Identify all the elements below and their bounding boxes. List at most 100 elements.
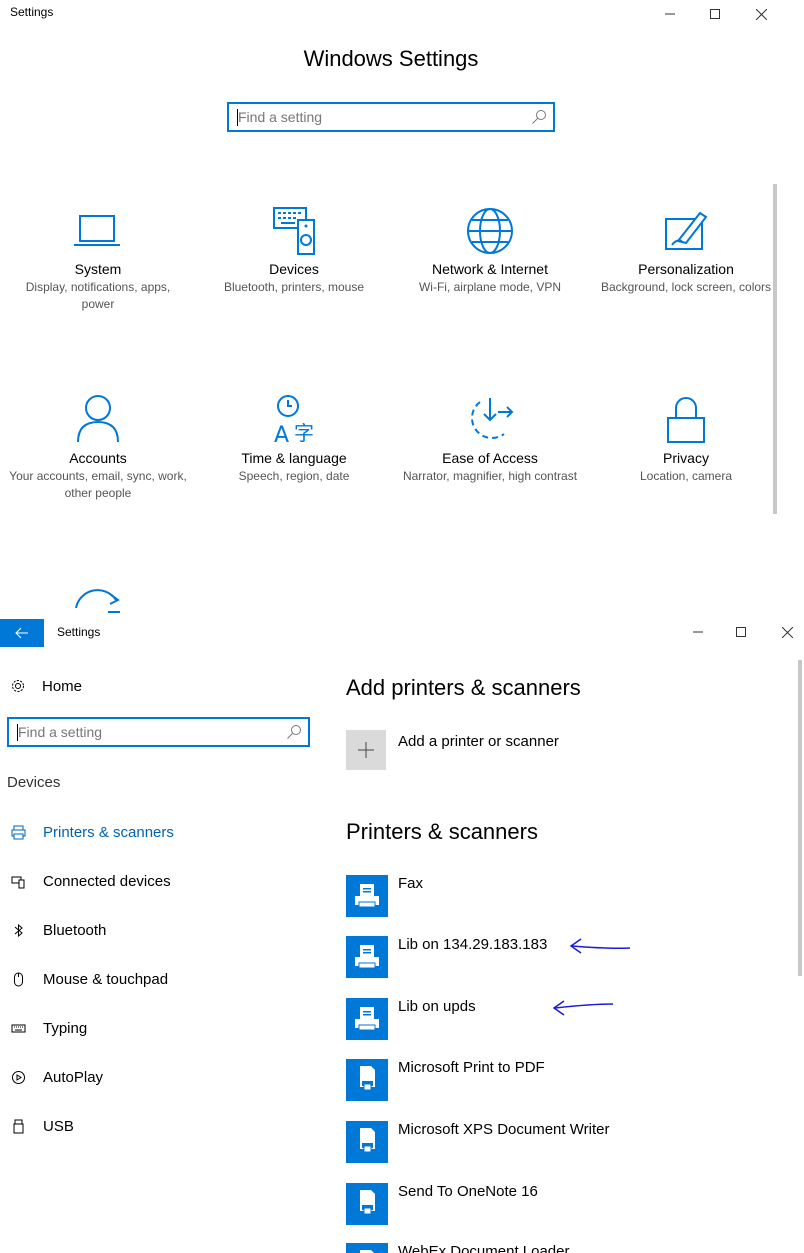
search-input[interactable]: Find a setting	[227, 102, 555, 132]
tile-description: Bluetooth, printers, mouse	[223, 280, 365, 294]
tile-description: Location, camera	[639, 469, 733, 483]
tile-personalization[interactable]: Personalization Background, lock screen,…	[588, 205, 784, 296]
document-printer-icon	[360, 1128, 375, 1153]
add-printers-heading: Add printers & scanners	[346, 675, 581, 700]
time-language-icon: A 字	[274, 395, 314, 446]
tile-accounts[interactable]: Accounts Your accounts, email, sync, wor…	[0, 394, 196, 502]
printer-name: Send To OneNote 16	[398, 1183, 538, 1200]
search-input[interactable]: Find a setting	[7, 717, 310, 747]
search-icon[interactable]	[531, 109, 547, 125]
tile-description: Speech, region, date	[238, 469, 350, 483]
add-printer-button[interactable]	[346, 730, 386, 770]
document-printer-icon	[360, 1250, 374, 1253]
tile-devices[interactable]: Devices Bluetooth, printers, mouse	[196, 205, 392, 296]
scrollbar-thumb[interactable]	[773, 184, 777, 514]
printer-name: Lib on upds	[398, 998, 476, 1015]
nav-home-label: Home	[42, 677, 83, 695]
connected-devices-icon	[11, 876, 25, 888]
close-button[interactable]	[738, 0, 784, 28]
personalization-icon	[665, 211, 708, 250]
window-title: Settings	[10, 5, 54, 19]
update-security-icon[interactable]	[68, 582, 128, 614]
sidebar-item-label: Typing	[43, 1019, 88, 1037]
tile-name: Personalization	[638, 261, 734, 277]
svg-text:字: 字	[294, 421, 314, 445]
tile-description: Your accounts, email, sync, work, other …	[9, 469, 187, 500]
printers-scanners-heading: Printers & scanners	[346, 819, 538, 844]
back-button[interactable]	[0, 619, 44, 647]
scrollbar[interactable]	[772, 174, 778, 614]
sidebar-item-autoplay[interactable]: AutoPlay	[11, 1066, 103, 1088]
tile-privacy[interactable]: Privacy Location, camera	[588, 394, 784, 485]
lock-icon	[667, 397, 705, 443]
minimize-icon	[693, 631, 703, 633]
tile-time-language[interactable]: A 字 Time & language Speech, region, date	[196, 394, 392, 485]
sidebar-item-label: AutoPlay	[43, 1068, 104, 1086]
globe-icon	[467, 208, 513, 254]
tile-name: System	[74, 261, 122, 277]
svg-text:A: A	[274, 423, 289, 446]
minimize-icon	[665, 13, 675, 15]
plus-icon	[358, 742, 374, 758]
printer-name: Fax	[398, 875, 424, 892]
close-button[interactable]	[764, 618, 804, 646]
maximize-button[interactable]	[718, 618, 764, 646]
person-icon	[77, 395, 119, 443]
printer-name: WebEx Document Loader	[398, 1243, 570, 1253]
maximize-icon	[710, 9, 720, 19]
gear-icon	[12, 680, 24, 692]
tile-name: Time & language	[241, 450, 347, 466]
document-printer-icon	[360, 1066, 375, 1091]
window-title: Settings	[57, 625, 101, 639]
close-icon	[755, 8, 767, 20]
sidebar-item-usb[interactable]: USB	[11, 1115, 74, 1137]
sidebar-item-printers-scanners[interactable]: Printers & scanners	[11, 821, 174, 843]
nav-home[interactable]: Home	[10, 675, 82, 697]
usb-icon	[13, 1119, 24, 1133]
search-placeholder: Find a setting	[238, 109, 323, 125]
sidebar-item-bluetooth[interactable]: Bluetooth	[11, 919, 106, 941]
scrollbar-thumb[interactable]	[798, 660, 802, 976]
tile-name: Network & Internet	[432, 261, 548, 277]
bluetooth-icon	[14, 923, 23, 937]
sidebar-item-label: Bluetooth	[43, 921, 107, 939]
scrollbar[interactable]	[796, 646, 804, 1253]
minimize-button[interactable]	[675, 618, 721, 646]
tile-name: Accounts	[69, 450, 127, 466]
tile-system[interactable]: System Display, notifications, apps, pow…	[0, 205, 196, 313]
title-bar: Settings	[0, 0, 804, 28]
tile-description: Background, lock screen, colors	[600, 280, 772, 294]
tile-name: Privacy	[663, 450, 709, 466]
laptop-icon	[74, 215, 120, 246]
sidebar-item-label: Printers & scanners	[43, 823, 174, 841]
tile-name: Ease of Access	[442, 450, 538, 466]
sidebar-item-label: Mouse & touchpad	[43, 970, 169, 988]
minimize-button[interactable]	[647, 0, 693, 28]
printer-icon	[355, 1007, 379, 1031]
document-printer-icon	[360, 1190, 375, 1215]
autoplay-icon	[12, 1070, 25, 1084]
page-title: Windows Settings	[303, 46, 479, 71]
maximize-button[interactable]	[692, 0, 738, 28]
tile-name: Devices	[269, 261, 319, 277]
ease-of-access-icon	[471, 398, 514, 439]
sidebar-item-typing[interactable]: Typing	[11, 1017, 87, 1039]
search-placeholder: Find a setting	[18, 724, 103, 740]
tile-network[interactable]: Network & Internet Wi-Fi, airplane mode,…	[392, 205, 588, 296]
printer-name: Microsoft XPS Document Writer	[398, 1121, 610, 1138]
sidebar-item-label: Connected devices	[43, 872, 171, 890]
tile-ease-of-access[interactable]: Ease of Access Narrator, magnifier, high…	[392, 394, 588, 485]
tile-description: Narrator, magnifier, high contrast	[402, 469, 578, 483]
settings-window-devices: Settings Home Find a setting Devices Pri…	[0, 614, 804, 1253]
annotation-arrow-icon	[569, 938, 631, 954]
search-icon[interactable]	[286, 724, 302, 740]
sidebar-item-mouse-touchpad[interactable]: Mouse & touchpad	[11, 968, 168, 990]
sidebar-item-label: USB	[43, 1117, 74, 1135]
mouse-icon	[14, 972, 23, 986]
tile-description: Wi-Fi, airplane mode, VPN	[418, 280, 562, 294]
sidebar-item-connected-devices[interactable]: Connected devices	[11, 870, 171, 892]
printer-name: Lib on 134.29.183.183	[398, 936, 548, 953]
maximize-icon	[736, 627, 746, 637]
add-printer-label[interactable]: Add a printer or scanner	[398, 733, 559, 750]
devices-icon	[273, 207, 315, 255]
